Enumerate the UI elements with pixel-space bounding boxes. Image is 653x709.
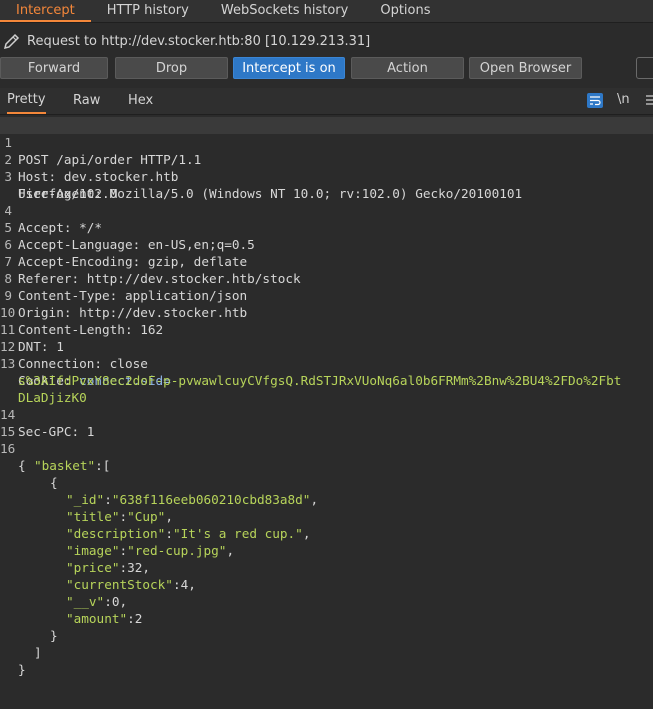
code-line: 13 Cookie: connect.sid=: [0, 338, 653, 388]
code-line: {: [0, 457, 653, 490]
code-line: }: [0, 610, 653, 643]
show-newlines-toggle[interactable]: \n: [617, 88, 630, 112]
code-line: "_id":"638f116eeb060210cbd83a8d",: [0, 474, 653, 507]
action-button[interactable]: Action: [351, 57, 464, 79]
forward-button[interactable]: Forward: [0, 57, 108, 79]
code-line: "title":"Cup",: [0, 491, 653, 524]
code-line: 1 POST /api/order HTTP/1.1: [0, 117, 653, 167]
code-line: }: [0, 644, 653, 677]
code-line: 2 Host: dev.stocker.htb: [0, 134, 653, 184]
tab-options[interactable]: Options: [364, 0, 446, 22]
request-target-text: Request to http://dev.stocker.htb:80 [10…: [27, 33, 371, 49]
tab-intercept[interactable]: Intercept: [0, 0, 91, 22]
intercept-controls: Forward Drop Intercept is on Action Open…: [0, 57, 653, 80]
pencil-icon[interactable]: [2, 31, 22, 51]
code-line: 9 Origin: http://dev.stocker.htb: [0, 270, 653, 320]
code-line: "image":"red-cup.jpg",: [0, 525, 653, 558]
code-line: s%3AIfdPvxY8ec2doF-p-pvwawlcuyCVfgsQ.RdS…: [0, 355, 653, 388]
word-wrap-icon[interactable]: [587, 93, 603, 108]
code-line: 14 Sec-GPC: 1: [0, 389, 653, 439]
code-line: 16 {: [0, 423, 653, 473]
search-box[interactable]: [636, 57, 653, 79]
code-line: 7 Referer: http://dev.stocker.htb/stock: [0, 236, 653, 286]
code-line: "basket":[: [0, 440, 653, 473]
code-line: 3 User-Agent: Mozilla/5.0 (Windows NT 10…: [0, 151, 653, 201]
code-line: 15: [0, 406, 653, 439]
tab-websockets-history[interactable]: WebSockets history: [205, 0, 364, 22]
code-line: Firefox/102.0: [0, 168, 653, 201]
burp-proxy-window: Intercept HTTP history WebSockets histor…: [0, 0, 653, 709]
code-line: 10 Content-Length: 162: [0, 287, 653, 337]
code-line: DLaDjizK0: [0, 372, 653, 405]
json-brace: }: [18, 662, 26, 677]
code-line: ]: [0, 627, 653, 660]
menu-icon[interactable]: [645, 94, 653, 106]
code-line: "description":"It's a red cup.",: [0, 508, 653, 541]
tab-hex[interactable]: Hex: [128, 88, 153, 114]
editor-tabbar: Pretty Raw Hex \n: [0, 88, 653, 115]
code-line: 12 Connection: close: [0, 321, 653, 371]
code-line: 6 Accept-Encoding: gzip, deflate: [0, 219, 653, 269]
code-line: 8 Content-Type: application/json: [0, 253, 653, 303]
proxy-tabbar: Intercept HTTP history WebSockets histor…: [0, 0, 653, 23]
code-line: 11 DNT: 1: [0, 304, 653, 354]
tab-http-history[interactable]: HTTP history: [91, 0, 205, 22]
tab-pretty[interactable]: Pretty: [7, 88, 46, 114]
code-line: "currentStock":4,: [0, 559, 653, 592]
code-line: 4 Accept: */*: [0, 185, 653, 235]
code-line: "price":32,: [0, 542, 653, 575]
message-editor[interactable]: 1 POST /api/order HTTP/1.1 2 Host: dev.s…: [0, 116, 653, 709]
drop-button[interactable]: Drop: [115, 57, 228, 79]
code-line: "__v":0,: [0, 576, 653, 609]
open-browser-button[interactable]: Open Browser: [469, 57, 582, 79]
intercept-toggle-button[interactable]: Intercept is on: [233, 57, 345, 79]
request-info: Request to http://dev.stocker.htb:80 [10…: [0, 30, 653, 52]
tab-raw[interactable]: Raw: [73, 88, 100, 114]
code-line: "amount":2: [0, 593, 653, 626]
code-line: 5 Accept-Language: en-US,en;q=0.5: [0, 202, 653, 252]
